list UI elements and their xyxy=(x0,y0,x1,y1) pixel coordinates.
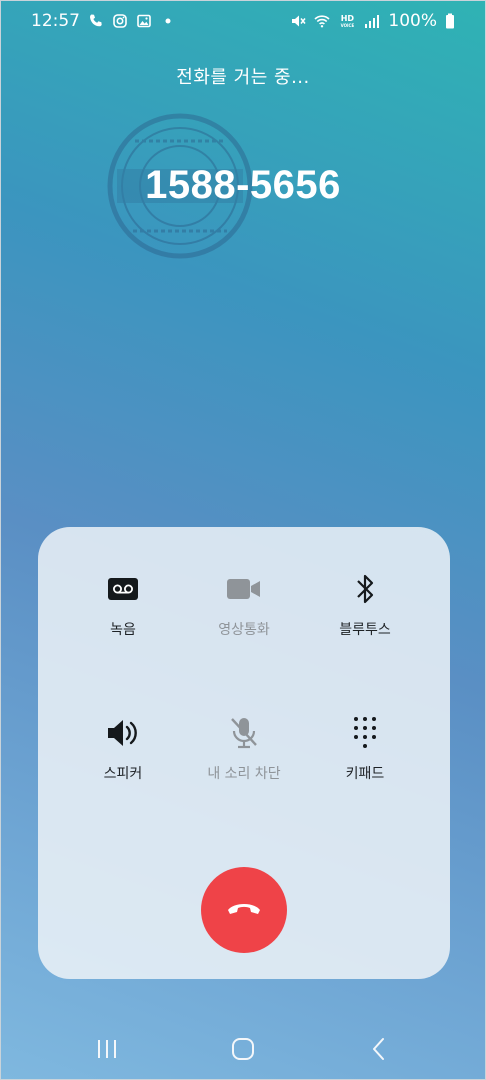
record-label: 녹음 xyxy=(110,622,136,638)
speaker-label: 스피커 xyxy=(103,766,143,782)
keypad-label: 키패드 xyxy=(345,766,385,782)
voicemail-icon xyxy=(58,569,188,609)
video-call-button[interactable]: 영상통화 xyxy=(179,569,309,639)
keypad-button[interactable]: 키패드 xyxy=(300,713,430,783)
phone-number: 1588-5656 xyxy=(145,163,341,207)
bluetooth-icon xyxy=(300,569,430,609)
mic-off-icon xyxy=(179,713,309,753)
signal-icon xyxy=(364,13,380,29)
mute-mic-label: 내 소리 차단 xyxy=(207,766,281,782)
recent-apps-button[interactable] xyxy=(87,1031,127,1071)
mute-icon xyxy=(290,13,306,29)
speaker-icon xyxy=(58,713,188,753)
back-button[interactable] xyxy=(359,1031,399,1071)
status-left: 12:57 xyxy=(31,11,176,31)
phone-icon xyxy=(88,13,104,29)
voice-label: VOICE xyxy=(340,22,355,28)
status-time: 12:57 xyxy=(31,11,80,31)
bluetooth-button[interactable]: 블루투스 xyxy=(300,569,430,639)
hd-voice-icon: HD VOICE xyxy=(338,13,356,29)
speaker-button[interactable]: 스피커 xyxy=(58,713,188,783)
battery-percent: 100% xyxy=(388,11,437,31)
battery-icon xyxy=(445,13,455,29)
dot-icon xyxy=(160,13,176,29)
image-icon xyxy=(136,13,152,29)
home-icon xyxy=(231,1037,255,1065)
video-camera-icon xyxy=(179,569,309,609)
status-bar: 12:57 HD VOICE 100% xyxy=(1,1,485,41)
video-call-label: 영상통화 xyxy=(218,622,270,638)
status-right: HD VOICE 100% xyxy=(290,11,455,31)
end-call-icon xyxy=(226,900,262,920)
recent-apps-icon xyxy=(95,1038,119,1064)
home-button[interactable] xyxy=(223,1031,263,1071)
end-call-button[interactable] xyxy=(201,867,287,953)
call-status-text: 전화를 거는 중... xyxy=(176,67,310,88)
keypad-icon xyxy=(300,713,430,753)
record-button[interactable]: 녹음 xyxy=(58,569,188,639)
back-icon xyxy=(371,1037,387,1065)
bluetooth-label: 블루투스 xyxy=(339,622,391,638)
wifi-icon xyxy=(314,13,330,29)
instagram-icon xyxy=(112,13,128,29)
navigation-bar xyxy=(1,1031,485,1071)
mute-mic-button[interactable]: 내 소리 차단 xyxy=(179,713,309,783)
hd-label: HD xyxy=(340,13,355,23)
